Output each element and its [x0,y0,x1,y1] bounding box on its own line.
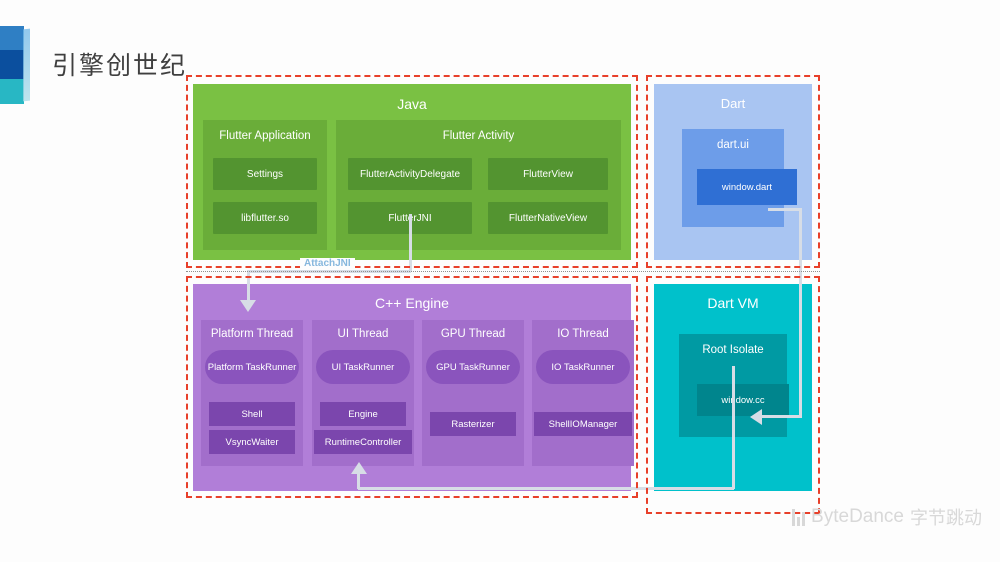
cpp-box-vsyncwaiter[interactable]: VsyncWaiter [209,430,295,454]
connector-platformthread-down [247,272,250,302]
signal-bars-icon [792,508,806,526]
thread-column-gpu: GPU Thread GPU TaskRunner Rasterizer [422,320,524,466]
thread-column-ui: UI Thread UI TaskRunner Engine RuntimeCo… [312,320,414,466]
cpp-box-runtimecontroller[interactable]: RuntimeController [314,430,412,454]
cpp-box-rasterizer[interactable]: Rasterizer [430,412,516,436]
dart-cell-window-dart[interactable]: window.dart [697,169,797,205]
logo-band-bottom [0,79,24,104]
dart-layer-panel: Dart dart.ui window.dart [654,84,812,260]
cpp-box-engine[interactable]: Engine [320,402,406,426]
dart-vm-title: Dart VM [707,295,759,311]
watermark-brand-cn: 字节跳动 [910,508,982,528]
thread-column-io: IO Thread IO TaskRunner ShellIOManager [532,320,634,466]
taskrunner-gpu[interactable]: GPU TaskRunner [426,350,520,384]
connector-windowdart-right [768,208,802,211]
java-cell-settings[interactable]: Settings [213,158,317,190]
dart-layer-title: Dart [720,96,746,111]
java-layer-panel: Java Flutter Application Settings libflu… [193,84,631,260]
taskrunner-ui[interactable]: UI TaskRunner [316,350,410,384]
dart-ui-title: dart.ui [717,139,749,151]
cpp-box-shelliomanager[interactable]: ShellIOManager [534,412,632,436]
flutter-activity-group: Flutter Activity FlutterActivityDelegate… [336,120,621,250]
taskrunner-platform[interactable]: Platform TaskRunner [205,350,299,384]
thread-column-platform: Platform Thread Platform TaskRunner Shel… [201,320,303,466]
cpp-box-shell[interactable]: Shell [209,402,295,426]
connector-into-windowcc [762,415,802,418]
layer-divider [186,271,820,272]
root-isolate-title: Root Isolate [702,344,764,356]
logo-band-top [0,26,24,50]
vm-cell-window-cc[interactable]: window.cc [697,384,789,416]
taskrunner-io[interactable]: IO TaskRunner [536,350,630,384]
attachjni-label: AttachJNI [300,258,355,269]
cpp-engine-title: C++ Engine [375,295,449,311]
thread-title-gpu: GPU Thread [440,328,506,340]
thread-title-platform: Platform Thread [210,328,294,340]
bytedance-stripes-logo [0,26,30,104]
dart-ui-group: dart.ui window.dart [682,129,797,227]
cpp-engine-panel: C++ Engine Platform Thread Platform Task… [193,284,634,491]
page-title: 引擎创世纪 [52,52,188,80]
slide-canvas: 引擎创世纪 Java Flutter Application Settings … [0,0,1000,562]
java-cell-flutterview[interactable]: FlutterView [488,158,608,190]
watermark-brand: ByteDance [811,506,904,527]
java-cell-flutternativeview[interactable]: FlutterNativeView [488,202,608,234]
logo-band-middle [0,50,24,79]
flutter-application-title: Flutter Application [219,130,311,142]
connector-windowcc-down [732,366,735,489]
java-cell-flutteractivitydelegate[interactable]: FlutterActivityDelegate [348,158,472,190]
arrowhead-into-platform-thread [240,300,256,312]
thread-title-io: IO Thread [557,328,609,340]
connector-flutterjni-down [409,214,412,272]
flutter-application-group: Flutter Application Settings libflutter.… [203,120,327,250]
java-cell-libflutter-so[interactable]: libflutter.so [213,202,317,234]
connector-windowcc-left [358,487,734,490]
bytedance-watermark: ByteDance 字节跳动 [792,504,982,530]
arrowhead-into-window-cc [750,409,762,425]
logo-edge-highlight [23,28,30,102]
flutter-activity-title: Flutter Activity [442,130,515,142]
connector-windowdart-down [799,208,802,417]
connector-runtimecontroller-up [357,470,360,489]
java-layer-title: Java [397,96,427,112]
thread-title-ui: UI Thread [337,328,389,340]
